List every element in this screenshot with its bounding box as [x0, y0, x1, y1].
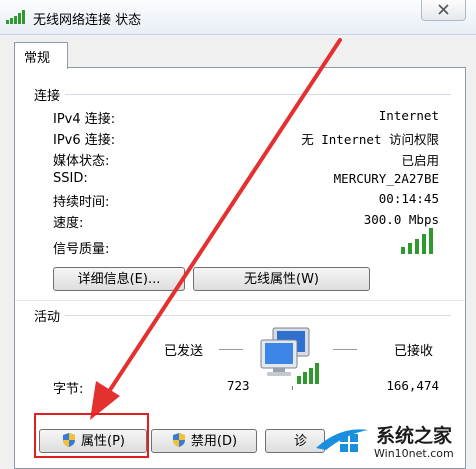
tab-general[interactable]: 常规	[14, 42, 68, 69]
windows-logo-icon	[316, 429, 368, 452]
watermark-url: Win10net.com	[374, 447, 454, 460]
annotation-arrow	[90, 38, 342, 420]
highlight-box	[34, 413, 149, 458]
watermark-text: 系统之家	[376, 425, 453, 447]
tab-general-label: 常规	[24, 51, 51, 66]
